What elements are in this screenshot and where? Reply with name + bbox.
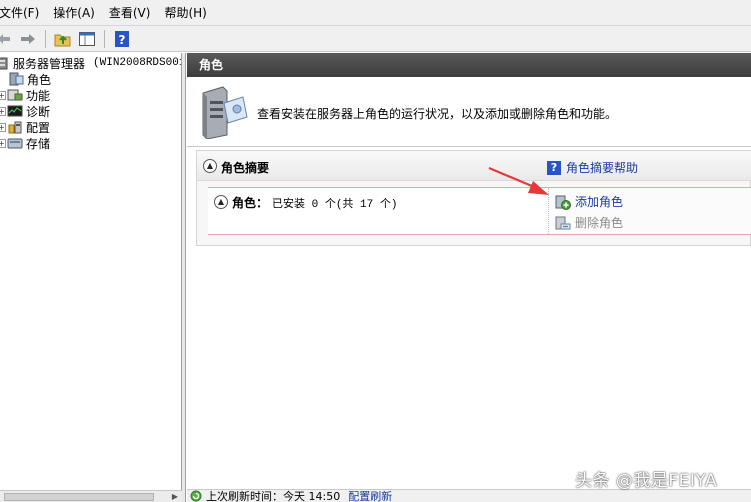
server-roles-icon — [197, 83, 251, 140]
show-hide-tree-icon[interactable] — [77, 29, 97, 49]
help-icon[interactable]: ? — [112, 29, 132, 49]
tree-root-label: 服务器管理器 — [13, 56, 86, 71]
menu-help[interactable]: 帮助(H) — [157, 4, 213, 21]
panel-title: 角色 — [187, 53, 751, 77]
tree-root-server-name: (WIN2008RDS001) — [93, 57, 181, 69]
storage-icon — [7, 136, 23, 150]
tree-item-label: 配置 — [26, 120, 51, 135]
roles-panel: 角色 查看安装在服务器上角色的运行状况，以及添加或删除角色和功能。 ▲ 角色摘要… — [187, 53, 751, 489]
add-roles-link[interactable]: 添加角色 — [555, 193, 623, 210]
toolbar: ? — [0, 26, 751, 52]
tree-item-features[interactable]: + 功能 — [0, 87, 50, 103]
roles-status-row: ▲ 角色： 已安装 0 个(共 17 个) — [214, 194, 397, 211]
roles-summary-help-link[interactable]: ? 角色摘要帮助 — [547, 159, 638, 176]
tree-item-storage[interactable]: + 存储 — [0, 135, 50, 151]
roles-actions: 添加角色 删除角色 — [548, 188, 751, 234]
diagnostics-icon — [7, 104, 23, 118]
tree-item-diagnostics[interactable]: + 诊断 — [0, 103, 50, 119]
roles-label: 角色： — [232, 196, 269, 210]
expand-icon[interactable]: + — [0, 138, 6, 148]
scrollbar-thumb[interactable] — [4, 493, 154, 501]
scroll-right-arrow-icon[interactable]: ▶ — [170, 492, 180, 501]
toolbar-separator — [104, 29, 105, 48]
tree-item-label: 功能 — [26, 88, 51, 103]
svg-text:?: ? — [119, 33, 126, 47]
panel-description: 查看安装在服务器上角色的运行状况，以及添加或删除角色和功能。 — [257, 107, 618, 121]
tree-root-server-manager[interactable]: 服务器管理器 (WIN2008RDS001) — [0, 55, 181, 71]
expand-icon[interactable]: + — [0, 106, 6, 116]
remove-roles-link[interactable]: 删除角色 — [555, 214, 623, 231]
menu-view[interactable]: 查看(V) — [102, 4, 158, 21]
up-folder-icon[interactable] — [53, 29, 73, 49]
help-link-label: 角色摘要帮助 — [566, 161, 639, 175]
add-roles-icon — [555, 194, 571, 210]
remove-roles-icon — [555, 215, 571, 231]
last-refresh-text: 上次刷新时间：今天 14:50 — [206, 490, 341, 502]
tree-item-label: 诊断 — [26, 104, 51, 119]
server-manager-icon — [0, 56, 10, 70]
configuration-icon — [7, 120, 23, 134]
expand-icon[interactable]: + — [0, 122, 6, 132]
menu-action[interactable]: 操作(A) — [46, 4, 102, 21]
add-roles-label: 添加角色 — [575, 195, 624, 209]
roles-status-box: ▲ 角色： 已安装 0 个(共 17 个) 添加角色 删除角色 — [208, 187, 751, 235]
menubar: 文件(F) 操作(A) 查看(V) 帮助(H) — [0, 0, 751, 26]
roles-summary-section: ▲ 角色摘要 ? 角色摘要帮助 ▲ 角色： 已安装 0 个(共 17 个) 添加… — [196, 150, 751, 246]
navigation-tree: 服务器管理器 (WIN2008RDS001) 角色 + 功能 + 诊断 + 配置… — [0, 53, 182, 490]
forward-arrow-icon[interactable] — [18, 29, 38, 49]
roles-installed-count: 已安装 0 个(共 17 个) — [272, 198, 398, 211]
watermark: 头条 @我是FEIYA — [575, 471, 718, 491]
tree-item-roles[interactable]: 角色 — [8, 71, 51, 87]
toolbar-separator — [45, 29, 46, 48]
intro-banner: 查看安装在服务器上角色的运行状况，以及添加或删除角色和功能。 — [187, 77, 751, 147]
roles-icon — [8, 72, 24, 86]
annotation-arrow-icon — [488, 166, 549, 195]
refresh-icon — [190, 490, 202, 502]
back-arrow-icon[interactable] — [0, 29, 14, 49]
collapse-chevron-icon[interactable]: ▲ — [214, 195, 228, 209]
roles-summary-title: 角色摘要 — [221, 161, 270, 175]
expand-icon[interactable]: + — [0, 90, 6, 100]
collapse-chevron-icon[interactable]: ▲ — [203, 159, 217, 173]
menu-file[interactable]: 文件(F) — [0, 4, 46, 21]
pane-splitter[interactable] — [182, 53, 186, 502]
configure-refresh-link[interactable]: 配置刷新 — [348, 488, 392, 502]
roles-summary-header: ▲ 角色摘要 ? 角色摘要帮助 — [197, 151, 751, 181]
remove-roles-label: 删除角色 — [575, 216, 624, 230]
tree-item-label: 存储 — [26, 136, 51, 151]
tree-item-configuration[interactable]: + 配置 — [0, 119, 50, 135]
tree-horizontal-scrollbar[interactable]: ▶ — [0, 490, 182, 502]
features-icon — [7, 88, 23, 102]
tree-item-label: 角色 — [27, 72, 52, 87]
